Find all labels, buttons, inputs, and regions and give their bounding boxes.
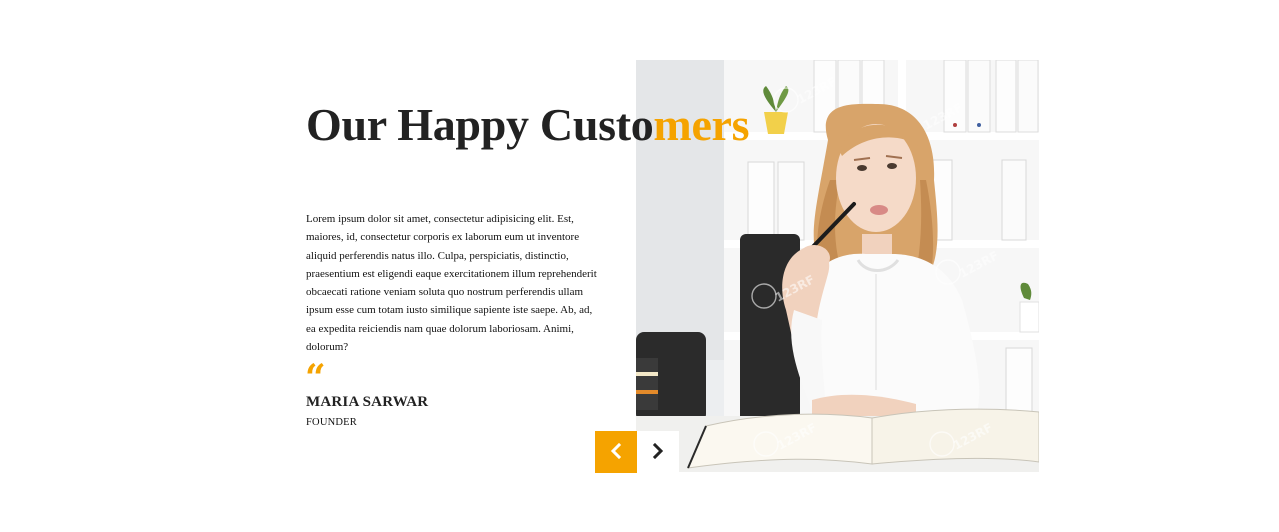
section-title-accent: mers	[653, 99, 750, 150]
quote-icon: “	[305, 357, 326, 399]
section-title: Our Happy Customers	[306, 96, 750, 154]
prev-slide-button[interactable]	[595, 431, 637, 473]
section-title-dark: Our Happy Custo	[306, 99, 654, 150]
next-slide-button[interactable]	[637, 431, 679, 473]
chevron-left-icon	[609, 442, 623, 462]
chevron-right-icon	[651, 442, 665, 462]
testimonial-text: Lorem ipsum dolor sit amet, consectetur …	[306, 213, 597, 354]
customer-role: FOUNDER	[306, 417, 357, 428]
customer-name: MARIA SARWAR	[306, 394, 429, 410]
